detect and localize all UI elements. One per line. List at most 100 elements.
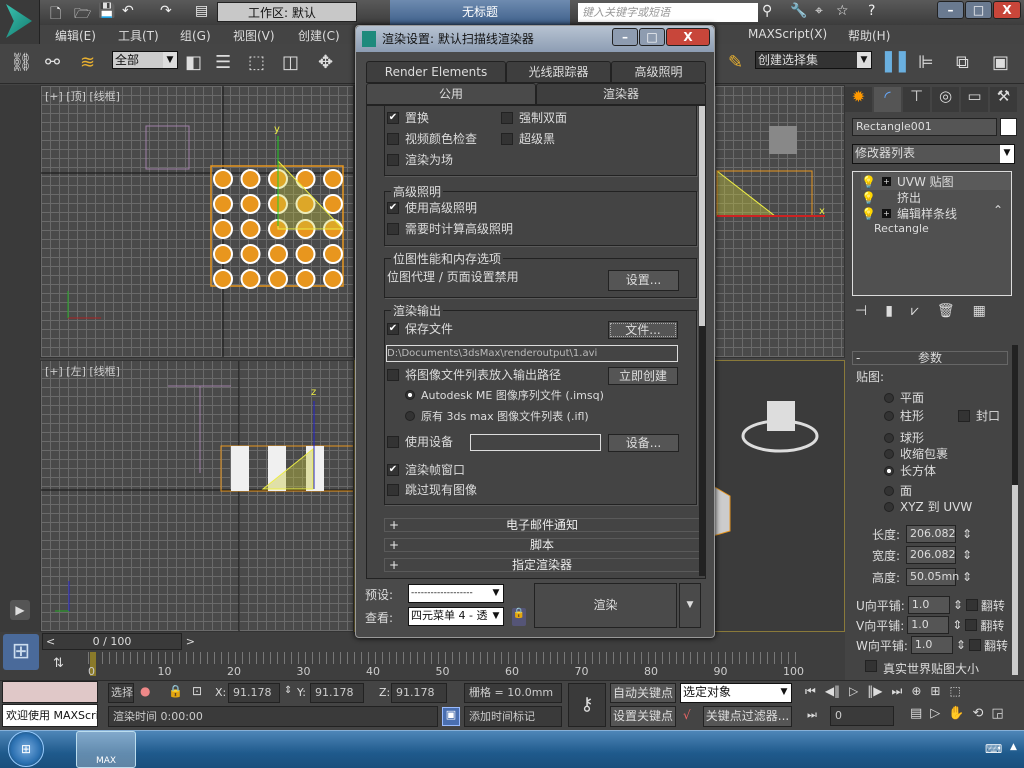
modifier-list-dropdown[interactable]: 修改器列表 ▼ xyxy=(852,144,1015,164)
tab-advanced-lighting[interactable]: 高级照明 xyxy=(611,61,706,83)
menu-help[interactable]: 帮助(H) xyxy=(848,27,890,44)
maximize-viewport-icon[interactable]: ◲ xyxy=(991,706,1003,721)
preset-dropdown[interactable]: ------------------- ▼ xyxy=(408,584,504,603)
project-folder-icon[interactable]: ▤ xyxy=(195,3,208,19)
radio-button[interactable] xyxy=(884,485,894,496)
panel-scrollbar[interactable] xyxy=(699,106,705,576)
rollout-scripts[interactable]: + 脚本 xyxy=(384,538,700,552)
stack-item-edit-spline[interactable]: 💡 + 编辑样条线 xyxy=(861,205,957,222)
viewport-left[interactable]: [+] [左] [线框] z xyxy=(40,360,354,632)
play-icon[interactable]: ▶ xyxy=(10,600,30,620)
imsq-radio[interactable]: Autodesk ME 图像序列文件 (.imsq) xyxy=(405,387,604,403)
chevron-right-icon[interactable]: > xyxy=(186,634,195,649)
time-slider[interactable]: <0 / 100 > xyxy=(42,633,195,650)
use-device-checkbox[interactable]: 使用设备 xyxy=(387,433,453,450)
z-coordinate-input[interactable]: 91.178 xyxy=(391,683,447,703)
taskbar-3dsmax-button[interactable]: MAX xyxy=(76,731,136,768)
app-menu-button[interactable] xyxy=(0,0,40,44)
force-2sided-checkbox[interactable]: 强制双面 xyxy=(501,109,567,126)
minimize-button[interactable]: – xyxy=(937,1,964,19)
chevron-up-icon[interactable]: ⌃ xyxy=(993,203,1003,217)
view-dropdown[interactable]: 四元菜单 4 - 透 ▼ xyxy=(408,607,504,626)
menu-group[interactable]: 组(G) xyxy=(180,27,211,44)
current-frame-input[interactable]: 0 xyxy=(830,706,894,726)
object-name-input[interactable]: Rectangle001 xyxy=(852,118,997,136)
undo-icon[interactable]: ↶ xyxy=(122,3,134,19)
edit-named-selection-icon[interactable]: ✎ xyxy=(728,52,743,73)
keyboard-icon[interactable]: ⌨ xyxy=(985,742,1002,756)
tab-renderer[interactable]: 渲染器 xyxy=(536,83,706,105)
mapping-radio-1[interactable]: 柱形 xyxy=(884,407,924,424)
files-button[interactable]: 文件... xyxy=(608,321,678,339)
workspace-dropdown[interactable]: 工作区: 默认 xyxy=(217,2,357,22)
skip-existing-checkbox[interactable]: 跳过现有图像 xyxy=(387,481,477,498)
utilities-tab-icon[interactable]: ⚒ xyxy=(990,87,1017,112)
lock-view-icon[interactable]: 🔒 xyxy=(512,608,526,626)
mapping-radio-3[interactable]: 收缩包裹 xyxy=(884,445,948,462)
chevron-left-icon[interactable]: < xyxy=(46,634,55,649)
set-key-button[interactable]: 设置关键点 xyxy=(610,706,676,727)
create-now-button[interactable]: 立即创建 xyxy=(608,367,678,385)
remove-modifier-icon[interactable]: 🗑 xyxy=(937,303,955,323)
play-icon[interactable]: ▷ xyxy=(849,684,858,699)
open-file-icon[interactable]: 🗁 xyxy=(74,3,91,27)
mapping-radio-6[interactable]: XYZ 到 UVW xyxy=(884,498,972,515)
menu-maxscript[interactable]: MAXScript(X) xyxy=(748,27,827,41)
bulb-icon[interactable]: 💡 xyxy=(861,191,876,205)
super-black-checkbox[interactable]: 超级黑 xyxy=(501,130,555,147)
radio-button[interactable] xyxy=(884,465,894,476)
maximize-button[interactable]: □ xyxy=(965,1,992,19)
zoom-extents-icon[interactable]: ⊕ xyxy=(911,684,921,699)
bind-space-warp-icon[interactable]: ≋ xyxy=(80,52,95,73)
menu-tools[interactable]: 工具(T) xyxy=(118,27,159,44)
save-icon[interactable]: 💾 xyxy=(98,3,115,19)
y-coordinate-input[interactable]: 91.178 xyxy=(310,683,364,703)
curve-editor-icon[interactable]: √ xyxy=(683,708,691,722)
radio-button[interactable] xyxy=(884,392,894,403)
set-key-icon[interactable]: ⚷ xyxy=(568,683,606,727)
selection-lock-label[interactable]: 选择 xyxy=(108,683,134,703)
go-to-start-icon[interactable]: ⏮ xyxy=(805,684,816,699)
rectangular-selection-icon[interactable]: ⬚ xyxy=(248,52,265,73)
track-bar[interactable] xyxy=(88,652,796,664)
bulb-icon[interactable]: 💡 xyxy=(861,207,876,221)
radio-button[interactable] xyxy=(884,410,894,421)
spinner-icon[interactable]: ⇕ xyxy=(962,527,972,541)
expand-icon[interactable]: + xyxy=(881,177,891,186)
star-icon[interactable]: ☆ xyxy=(836,3,849,19)
pan-hand-icon[interactable]: ✋ xyxy=(948,706,964,721)
cap-checkbox[interactable]: 封口 xyxy=(958,407,1000,424)
spinner-icon[interactable]: ⇕ xyxy=(284,685,292,696)
link-icon[interactable]: ⛓ xyxy=(10,52,33,73)
show-end-result-icon[interactable]: ▮ xyxy=(885,303,893,323)
object-color-swatch[interactable] xyxy=(1000,118,1017,136)
radio-button[interactable] xyxy=(884,501,894,512)
tray-expand-icon[interactable]: ▲ xyxy=(1010,742,1017,752)
tab-common[interactable]: 公用 xyxy=(366,83,536,105)
scene-explorer-icon[interactable]: ▣ xyxy=(992,52,1009,73)
command-panel-scrollbar[interactable] xyxy=(1012,345,1018,675)
stack-item-uvw[interactable]: 💡 + UVW 贴图 xyxy=(861,173,1011,190)
displacement-checkbox[interactable]: ✔ 置换 xyxy=(387,109,429,126)
mapping-radio-4[interactable]: 长方体 xyxy=(884,462,936,479)
key-target-dropdown[interactable]: 选定对象 ▼ xyxy=(680,683,792,703)
new-file-icon[interactable]: 🗋 xyxy=(50,3,61,27)
render-button[interactable]: 渲染 xyxy=(534,583,677,628)
mini-curve-editor-icon[interactable]: ⇅ xyxy=(53,656,64,671)
output-path-field[interactable]: D:\Documents\3dsMax\renderoutput\1.avi xyxy=(386,345,678,362)
x-coordinate-input[interactable]: 91.178 xyxy=(228,683,280,703)
select-object-icon[interactable]: ◧ xyxy=(185,52,202,73)
save-file-checkbox[interactable]: ✔ 保存文件 xyxy=(387,320,453,337)
bitmap-setup-button[interactable]: 设置... xyxy=(608,270,679,291)
v-flip-checkbox[interactable] xyxy=(965,619,978,631)
w-flip-checkbox[interactable] xyxy=(968,639,981,651)
motion-tab-icon[interactable]: ◎ xyxy=(932,87,959,112)
key-filters-button[interactable]: 关键点过滤器... xyxy=(703,706,792,727)
move-icon[interactable]: ✥ xyxy=(318,52,333,73)
tab-raytracer[interactable]: 光线跟踪器 xyxy=(506,61,611,83)
binoculars-icon[interactable]: ⚲ xyxy=(762,3,772,19)
field-of-view-icon[interactable]: ⬚ xyxy=(949,684,960,699)
video-color-check-checkbox[interactable]: 视频颜色检查 xyxy=(387,130,477,147)
viewport-layout-icon[interactable]: ⊞ xyxy=(3,634,39,670)
radio-button[interactable] xyxy=(884,448,894,459)
